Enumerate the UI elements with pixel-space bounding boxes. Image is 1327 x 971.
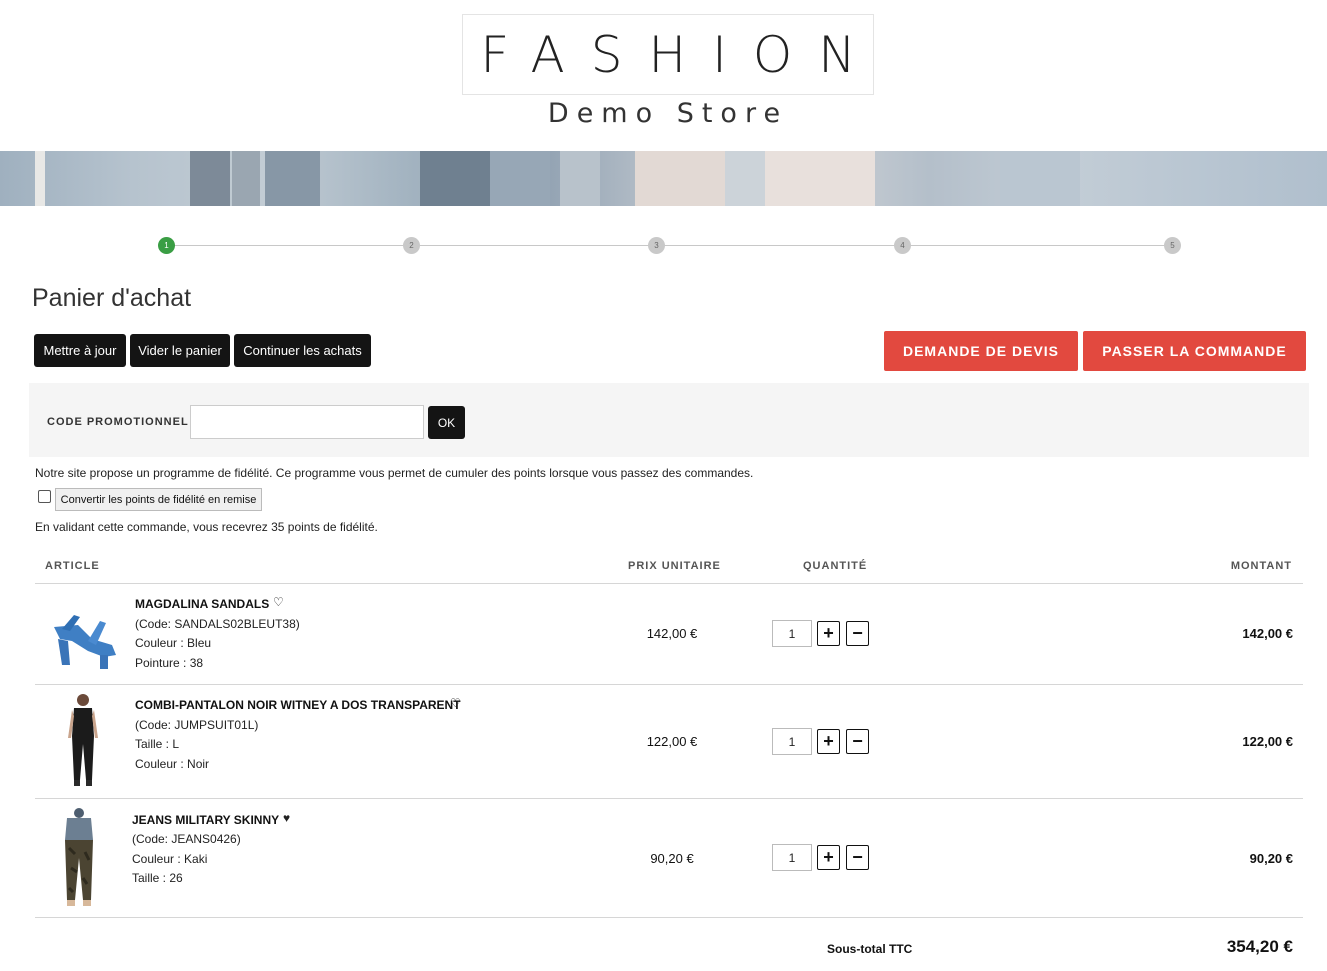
page-title: Panier d'achat	[32, 284, 192, 312]
table-divider	[35, 583, 1303, 584]
product-attribute: Couleur : Noir	[135, 757, 210, 771]
promo-ok-button[interactable]: OK	[428, 406, 465, 439]
step-2: 2	[403, 237, 420, 254]
product-image-jeans[interactable]	[55, 808, 105, 908]
quantity-plus-button[interactable]: +	[817, 845, 840, 870]
checkout-progress-line	[166, 245, 1172, 246]
product-name[interactable]: COMBI-PANTALON NOIR WITNEY A DOS TRANSPA…	[135, 698, 461, 712]
convert-points-checkbox[interactable]	[38, 490, 51, 503]
step-1: 1	[158, 237, 175, 254]
table-divider	[35, 798, 1303, 799]
quantity-minus-button[interactable]: −	[846, 621, 869, 646]
subtotal-value: 354,20 €	[1226, 937, 1293, 956]
product-attribute: Pointure : 38	[135, 656, 204, 670]
promo-code-label: CODE PROMOTIONNEL :	[47, 416, 198, 428]
quantity-plus-button[interactable]: +	[817, 621, 840, 646]
column-header-quantity: QUANTITÉ	[803, 560, 868, 572]
quantity-plus-button[interactable]: +	[817, 729, 840, 754]
product-image-sandals[interactable]	[48, 595, 122, 670]
logo-subtitle: Demo Store	[547, 98, 789, 129]
quantity-minus-button[interactable]: −	[846, 845, 869, 870]
line-amount: 90,20 €	[1249, 851, 1293, 866]
line-amount: 122,00 €	[1242, 734, 1293, 749]
continue-shopping-button[interactable]: Continuer les achats	[234, 334, 371, 367]
promo-code-input[interactable]	[190, 405, 424, 439]
unit-price: 122,00 €	[646, 734, 698, 749]
product-attribute: Couleur : Kaki	[132, 852, 208, 866]
product-code: (Code: JUMPSUIT01L)	[135, 718, 259, 732]
quantity-input[interactable]: 1	[772, 844, 812, 871]
quantity-minus-button[interactable]: −	[846, 729, 869, 754]
product-image-jumpsuit[interactable]	[62, 692, 104, 788]
quantity-input[interactable]: 1	[772, 728, 812, 755]
step-3: 3	[648, 237, 665, 254]
unit-price: 142,00 €	[646, 626, 698, 641]
checkout-button[interactable]: PASSER LA COMMANDE	[1083, 331, 1306, 371]
product-code: (Code: JEANS0426)	[132, 832, 241, 846]
header-banner-image	[0, 151, 1327, 206]
column-header-unit-price: PRIX UNITAIRE	[628, 560, 721, 572]
table-divider	[35, 917, 1303, 918]
wishlist-heart-filled-icon[interactable]: ♥	[283, 812, 290, 824]
product-name[interactable]: JEANS MILITARY SKINNY	[132, 813, 279, 827]
product-name[interactable]: MAGDALINA SANDALS	[135, 597, 269, 611]
loyalty-points-message: En validant cette commande, vous recevre…	[35, 520, 378, 534]
step-5: 5	[1164, 237, 1181, 254]
column-header-article: ARTICLE	[45, 560, 100, 572]
request-quote-button[interactable]: DEMANDE DE DEVIS	[884, 331, 1078, 371]
wishlist-heart-icon[interactable]: ♡	[273, 596, 284, 608]
wishlist-heart-icon[interactable]: ♡	[450, 697, 461, 709]
product-attribute: Taille : 26	[132, 871, 183, 885]
product-attribute: Couleur : Bleu	[135, 636, 212, 650]
product-attribute: Taille : L	[135, 737, 180, 751]
product-code: (Code: SANDALS02BLEUT38)	[135, 617, 300, 631]
convert-points-button[interactable]: Convertir les points de fidélité en remi…	[55, 488, 262, 511]
table-divider	[35, 684, 1303, 685]
logo-title: FASHION	[480, 25, 882, 84]
unit-price: 90,20 €	[650, 851, 694, 866]
loyalty-info-text: Notre site propose un programme de fidél…	[35, 466, 754, 480]
store-logo[interactable]: FASHION	[462, 14, 874, 95]
empty-cart-button[interactable]: Vider le panier	[130, 334, 230, 367]
quantity-input[interactable]: 1	[772, 620, 812, 647]
subtotal-label: Sous-total TTC	[827, 942, 913, 956]
line-amount: 142,00 €	[1242, 626, 1293, 641]
step-4: 4	[894, 237, 911, 254]
update-cart-button[interactable]: Mettre à jour	[34, 334, 126, 367]
column-header-amount: MONTANT	[1230, 560, 1292, 572]
